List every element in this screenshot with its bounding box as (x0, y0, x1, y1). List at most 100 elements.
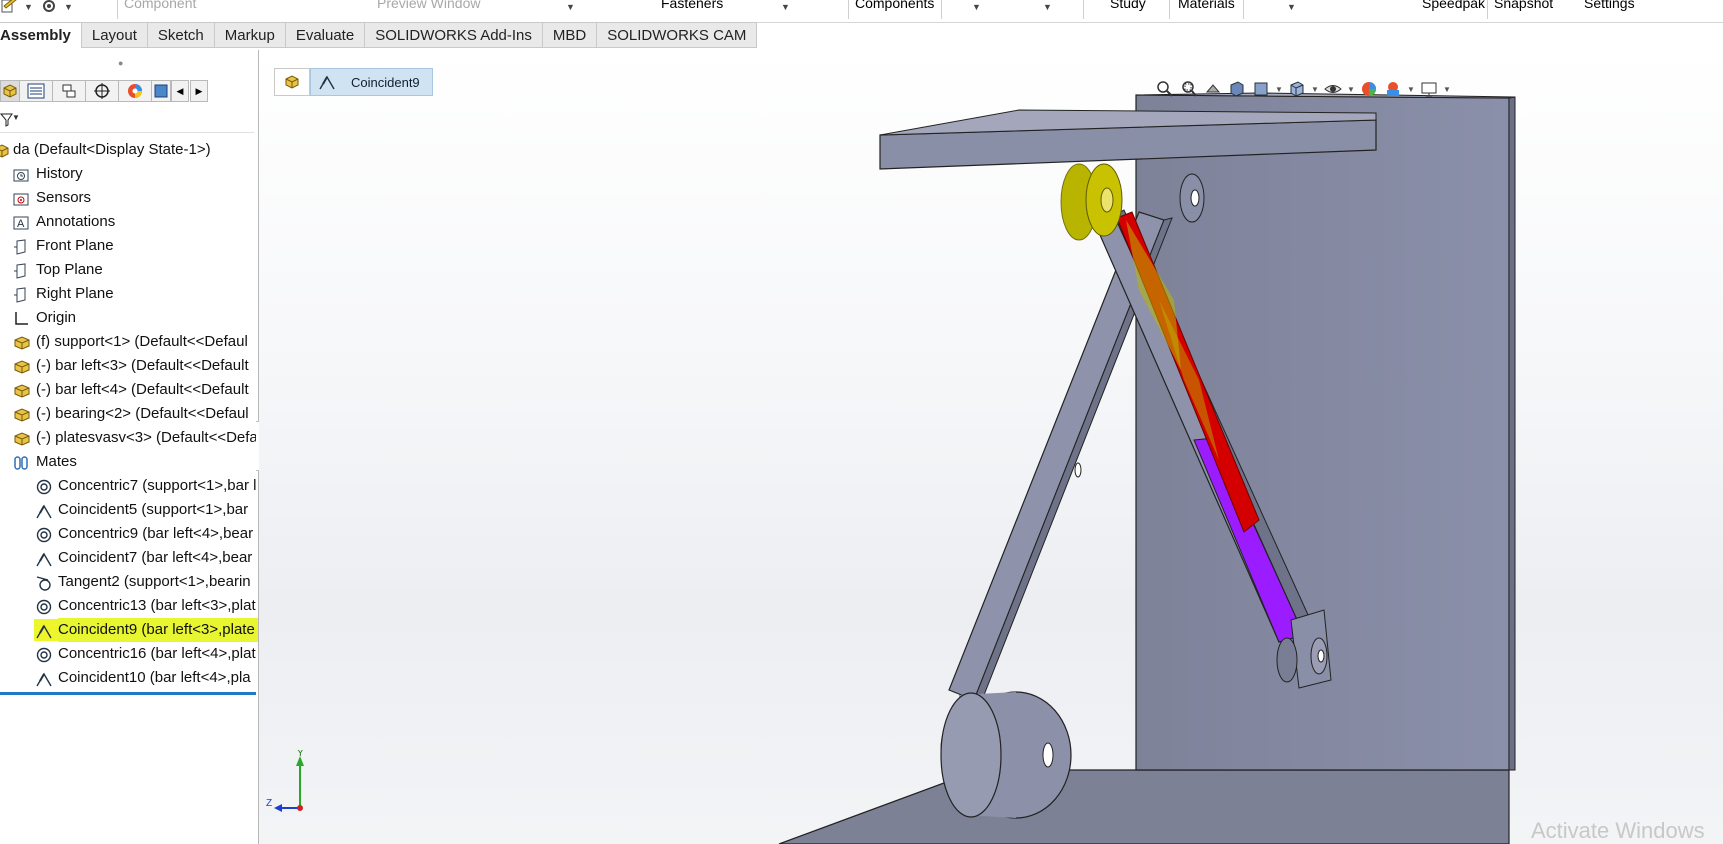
assembly-model[interactable] (259, 50, 1723, 844)
tree-item-history[interactable]: History (0, 162, 258, 186)
breadcrumb-assembly-icon[interactable] (274, 68, 310, 96)
view-settings-icon[interactable] (1419, 79, 1439, 99)
chevron-down-icon[interactable]: ▼ (1407, 85, 1415, 94)
chevron-down-icon[interactable]: ▼ (12, 113, 20, 122)
tab-sketch[interactable]: Sketch (147, 22, 215, 48)
chevron-down-icon[interactable]: ▼ (1287, 2, 1296, 12)
dynamic-annotation-icon[interactable] (1251, 79, 1271, 99)
tree-item-component[interactable]: (f) support<1> (Default<<Defaul (0, 330, 258, 354)
tree-item-component[interactable]: (-) bearing<2> (Default<<Defaul (0, 402, 258, 426)
tree-item-component[interactable]: (-) platesvasv<3> (Default<<Defa (0, 426, 258, 450)
chevron-down-icon[interactable]: ▼ (566, 2, 575, 12)
coincident-mate-icon (36, 502, 52, 519)
chevron-down-icon[interactable]: ▼ (972, 2, 981, 12)
tree-root-assembly[interactable]: da (Default<Display State-1>) (0, 138, 258, 162)
plane-icon (13, 286, 29, 303)
cam-tree-tab-icon[interactable] (151, 80, 171, 102)
tree-item-origin[interactable]: Origin (0, 306, 258, 330)
tree-filter-row: ▼ (0, 108, 254, 133)
ribbon-item[interactable]: Component (124, 0, 196, 15)
configuration-manager-tab-icon[interactable] (52, 80, 86, 102)
tree-item-mate[interactable]: Tangent2 (support<1>,bearin (0, 570, 258, 594)
tree-item-annotations[interactable]: A Annotations (0, 210, 258, 234)
tree-item-sensors[interactable]: Sensors (0, 186, 258, 210)
ribbon-item[interactable]: Preview Window (377, 0, 480, 15)
ribbon-item[interactable]: Fasteners (661, 0, 723, 15)
part-icon (13, 430, 30, 446)
triad-y-label: Y (297, 750, 304, 759)
tab-layout[interactable]: Layout (81, 22, 148, 48)
tree-item-mates-folder[interactable]: Mates (0, 450, 258, 474)
previous-view-icon[interactable] (1203, 79, 1223, 99)
breadcrumb-label: Coincident9 (351, 75, 420, 90)
tab-markup[interactable]: Markup (214, 22, 286, 48)
chevron-down-icon[interactable]: ▼ (1043, 2, 1052, 12)
options-gear-icon[interactable] (40, 0, 58, 17)
tree-item-mate[interactable]: Concentric7 (support<1>,bar l (0, 474, 258, 498)
property-manager-tab-icon[interactable] (19, 80, 53, 102)
zoom-to-fit-icon[interactable] (1155, 79, 1175, 99)
feature-manager-tab-icon[interactable] (0, 80, 20, 102)
hide-show-items-icon[interactable] (1323, 79, 1343, 99)
tab-assembly[interactable]: Assembly (0, 22, 82, 48)
scroll-left-arrow-icon[interactable]: ◀ (171, 80, 189, 102)
dimxpert-tab-icon[interactable] (85, 80, 119, 102)
chevron-down-icon[interactable]: ▼ (1311, 85, 1319, 94)
display-manager-tab-icon[interactable] (118, 80, 152, 102)
part-icon (13, 382, 30, 398)
tree-item-component[interactable]: (-) bar left<4> (Default<<Default (0, 378, 258, 402)
concentric-mate-icon (36, 598, 52, 615)
tree-item-mate[interactable]: Concentric9 (bar left<4>,bear (0, 522, 258, 546)
view-orientation-icon[interactable] (1287, 79, 1307, 99)
tree-root-label: da (Default<Display State-1>) (13, 141, 211, 158)
tangent-mate-icon (36, 574, 52, 591)
tab-evaluate[interactable]: Evaluate (285, 22, 366, 48)
chevron-down-icon[interactable]: ▼ (1275, 85, 1283, 94)
section-view-icon[interactable] (1227, 79, 1247, 99)
chevron-down-icon[interactable]: ▼ (24, 2, 33, 12)
breadcrumb-item[interactable]: Coincident9 (310, 68, 433, 96)
mates-folder-icon (13, 454, 29, 470)
ribbon-item[interactable]: Materials (1178, 0, 1235, 15)
ribbon-item[interactable]: Speedpak (1422, 0, 1485, 15)
tree-item-right-plane[interactable]: Right Plane (0, 282, 258, 306)
tree-item-mate[interactable]: Concentric16 (bar left<4>,plat (0, 642, 258, 666)
tree-item-mate[interactable]: Concentric13 (bar left<3>,plat (0, 594, 258, 618)
chevron-down-icon[interactable]: ▼ (1347, 85, 1355, 94)
panel-toolbar: ◀ ▶ (0, 79, 258, 103)
ribbon-item[interactable]: Snapshot (1494, 0, 1553, 15)
chevron-down-icon[interactable]: ▼ (1443, 85, 1451, 94)
ribbon-item[interactable]: Settings (1584, 0, 1635, 15)
part-icon (13, 406, 30, 422)
tree-item-top-plane[interactable]: Top Plane (0, 258, 258, 282)
chevron-down-icon[interactable]: ▼ (781, 2, 790, 12)
tree-item-front-plane[interactable]: Front Plane (0, 234, 258, 258)
ribbon-item[interactable]: Study (1110, 0, 1146, 15)
heads-up-view-toolbar: ▼ ▼ ▼ ▼ ▼ (1155, 78, 1451, 100)
graphics-area[interactable]: ▼ ▼ ▼ ▼ ▼ Coincident9 Y Z (259, 50, 1723, 844)
tree-item-mate-selected[interactable]: Coincident9 (bar left<3>,plate (0, 618, 258, 642)
coincident-mate-icon (319, 75, 335, 90)
ribbon-item[interactable]: Components (855, 0, 934, 15)
tab-mbd[interactable]: MBD (542, 22, 598, 48)
tree-item-mate[interactable]: Coincident5 (support<1>,bar (0, 498, 258, 522)
apply-scene-icon[interactable] (1383, 79, 1403, 99)
chevron-down-icon[interactable]: ▼ (64, 2, 73, 12)
history-folder-icon (13, 166, 29, 182)
tab-solidworks-cam[interactable]: SOLIDWORKS CAM (597, 22, 758, 48)
tree-item-mate[interactable]: Coincident10 (bar left<4>,pla (0, 666, 258, 690)
new-file-icon[interactable] (0, 0, 22, 16)
tree-item-mate[interactable]: Coincident7 (bar left<4>,bear (0, 546, 258, 570)
panel-grip-icon[interactable]: ● (118, 58, 123, 68)
origin-icon (13, 310, 29, 326)
panel-split-bar[interactable] (0, 692, 256, 695)
concentric-mate-icon (36, 526, 52, 543)
scroll-right-arrow-icon[interactable]: ▶ (190, 80, 208, 102)
sensors-icon (13, 190, 29, 206)
tab-solidworks-add-ins[interactable]: SOLIDWORKS Add-Ins (365, 22, 543, 48)
tree-item-component[interactable]: (-) bar left<3> (Default<<Default (0, 354, 258, 378)
zoom-to-area-icon[interactable] (1179, 79, 1199, 99)
assembly-icon (0, 142, 10, 158)
edit-appearance-icon[interactable] (1359, 79, 1379, 99)
part-icon (13, 334, 30, 350)
